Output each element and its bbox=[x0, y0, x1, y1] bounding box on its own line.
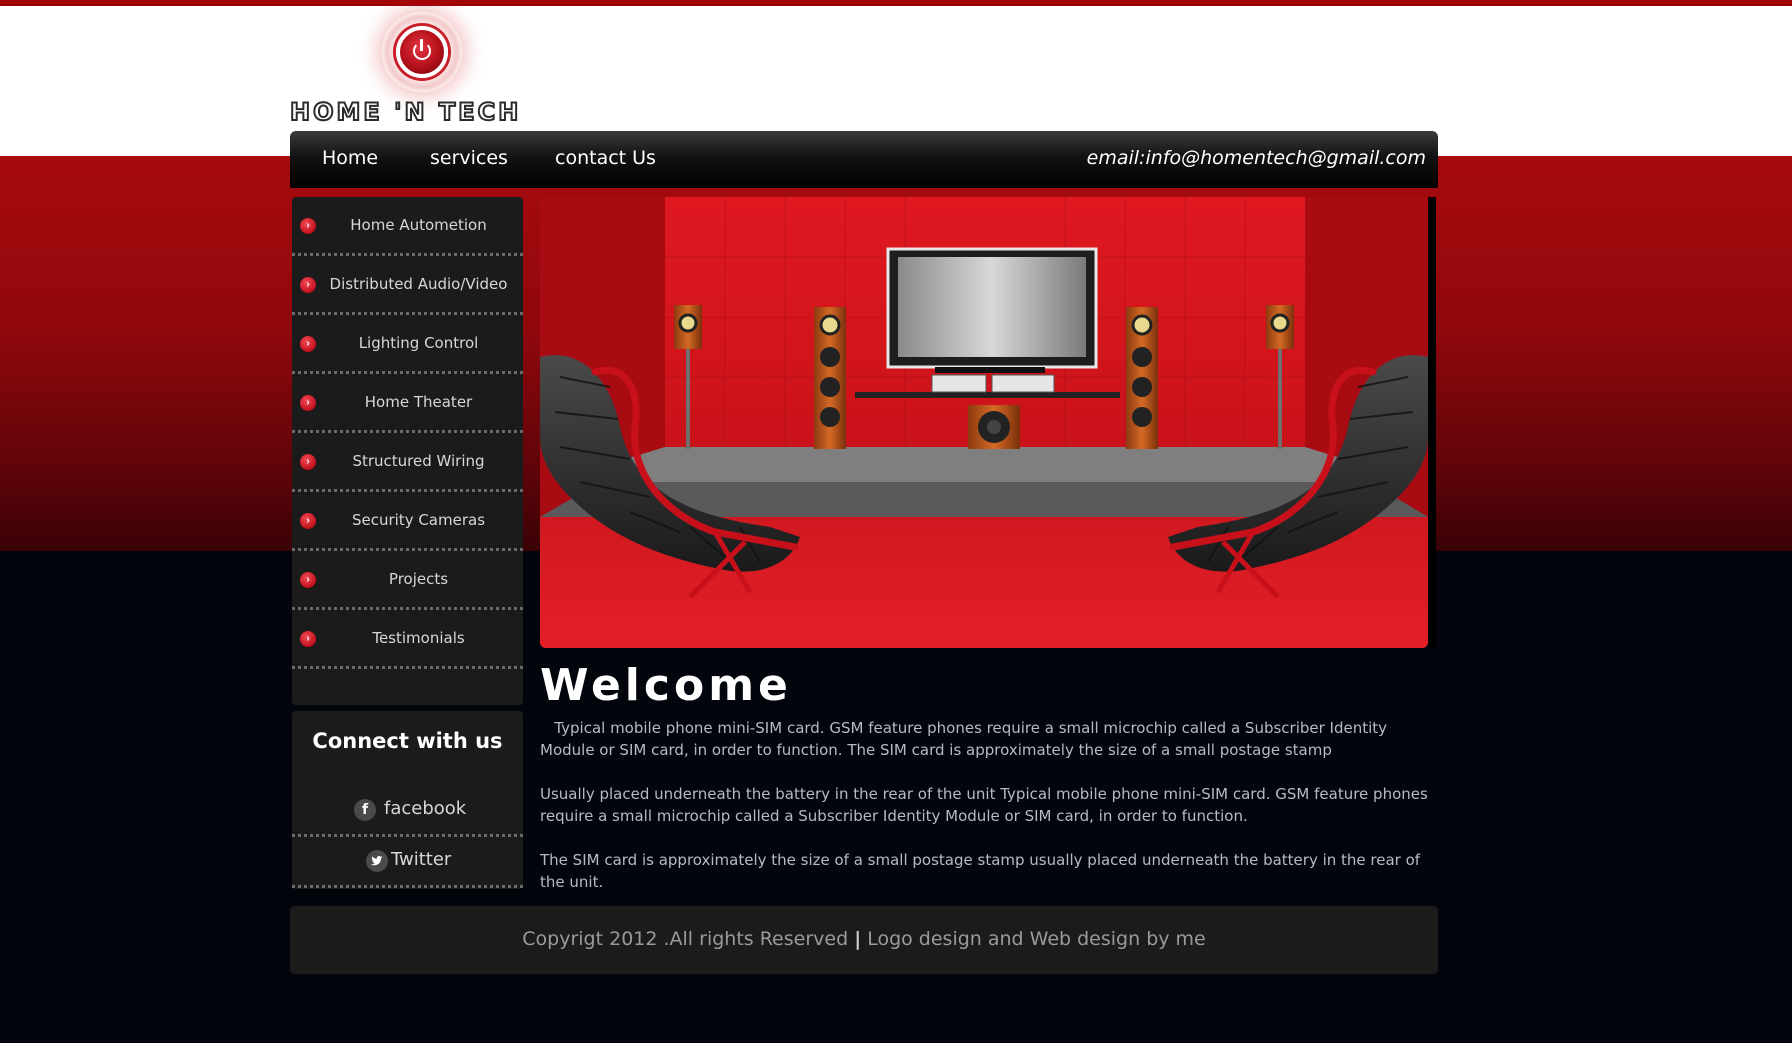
copyright-text: Copyrigt 2012 .All rights Reserved bbox=[522, 928, 849, 950]
nav-contact-us[interactable]: contact Us bbox=[555, 147, 656, 169]
sidebar-item-distributed-audio-video[interactable]: › Distributed Audio/Video bbox=[292, 256, 523, 315]
nav-home[interactable]: Home bbox=[322, 147, 378, 169]
sidebar-item-label: Structured Wiring bbox=[352, 452, 485, 470]
sidebar-item-security-cameras[interactable]: › Security Cameras bbox=[292, 492, 523, 551]
sidebar-item-label: Projects bbox=[388, 570, 449, 588]
facebook-icon: f bbox=[354, 799, 376, 821]
twitter-label: Twitter bbox=[391, 849, 452, 870]
contact-email[interactable]: email:info@homentech@gmail.com bbox=[1087, 147, 1426, 169]
sidebar-item-home-theater[interactable]: › Home Theater bbox=[292, 374, 523, 433]
sidebar-item-lighting-control[interactable]: › Lighting Control bbox=[292, 315, 523, 374]
sidebar-item-label: Lighting Control bbox=[358, 334, 479, 352]
logo-mark bbox=[382, 12, 462, 92]
twitter-icon bbox=[366, 850, 388, 872]
footer-text: Copyrigt 2012 .All rights Reserved | Log… bbox=[290, 928, 1438, 950]
credits-text: Logo design and Web design by me bbox=[867, 928, 1206, 950]
hero-frame-edge bbox=[1428, 197, 1436, 648]
facebook-label: facebook bbox=[384, 798, 467, 819]
sidebar-item-label: Home Autometion bbox=[350, 216, 487, 234]
sidebar-item-label: Testimonials bbox=[372, 629, 465, 647]
connect-panel: Connect with us f facebook Twitter bbox=[292, 711, 523, 889]
services-sidebar: › Home Autometion › Distributed Audio/Vi… bbox=[292, 197, 523, 705]
main-navigation: Home services contact Us email:info@home… bbox=[290, 131, 1438, 188]
power-icon bbox=[396, 26, 448, 78]
page-title: Welcome bbox=[540, 660, 792, 711]
welcome-paragraph-3: The SIM card is approximately the size o… bbox=[540, 851, 1421, 891]
page-footer: Copyrigt 2012 .All rights Reserved | Log… bbox=[290, 906, 1438, 974]
hero-image-home-theater bbox=[540, 197, 1428, 648]
welcome-paragraph-1: Typical mobile phone mini-SIM card. GSM … bbox=[540, 719, 1388, 759]
twitter-link[interactable]: Twitter bbox=[292, 838, 523, 888]
site-logo[interactable]: HOME 'N TECH bbox=[289, 8, 562, 127]
facebook-link[interactable]: f facebook bbox=[292, 787, 523, 837]
nav-services[interactable]: services bbox=[430, 147, 508, 169]
footer-separator: | bbox=[854, 928, 862, 950]
welcome-paragraph-2: Usually placed underneath the battery in… bbox=[540, 785, 1428, 825]
logo-text: HOME 'N TECH bbox=[289, 97, 522, 127]
sidebar-item-label: Distributed Audio/Video bbox=[329, 275, 508, 293]
sidebar-item-home-automation[interactable]: › Home Autometion bbox=[292, 197, 523, 256]
sidebar-item-projects[interactable]: › Projects bbox=[292, 551, 523, 610]
sidebar-item-label: Home Theater bbox=[364, 393, 473, 411]
sidebar-item-label: Security Cameras bbox=[351, 511, 486, 529]
sidebar-item-testimonials[interactable]: › Testimonials bbox=[292, 610, 523, 669]
connect-title: Connect with us bbox=[312, 729, 503, 753]
sidebar-item-structured-wiring[interactable]: › Structured Wiring bbox=[292, 433, 523, 492]
